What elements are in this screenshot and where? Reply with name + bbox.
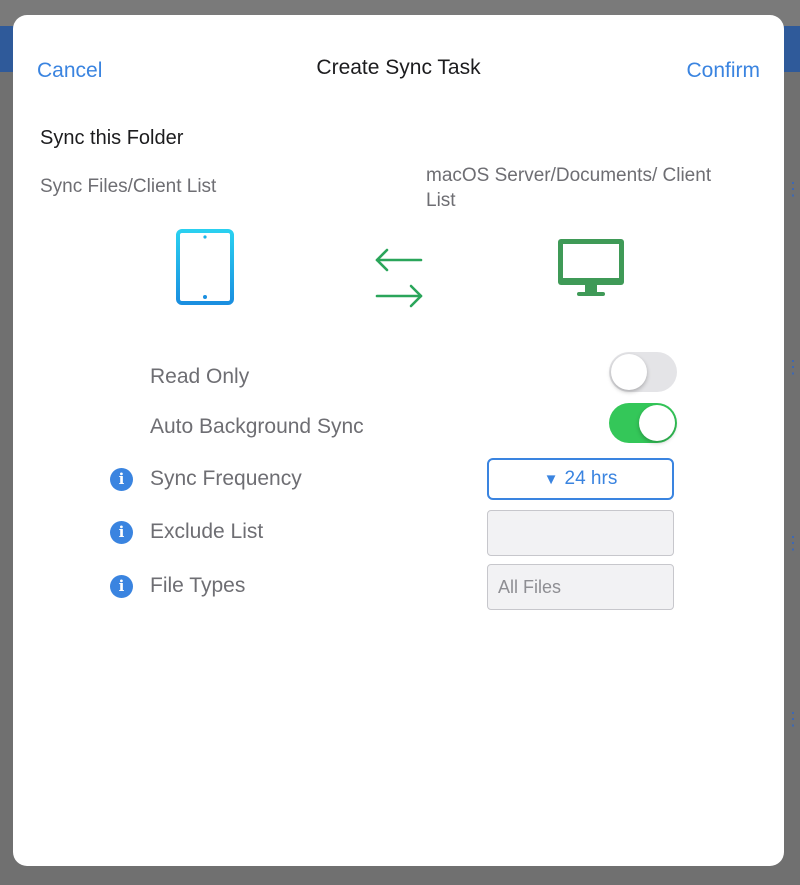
sheet-title: Create Sync Task [316, 56, 481, 79]
dropdown-triangle-icon: ▼ [543, 471, 559, 488]
exclude-list-info-icon[interactable]: i [110, 521, 133, 544]
confirm-button[interactable]: Confirm [686, 59, 760, 83]
sync-frequency-select[interactable]: ▼ 24 hrs [487, 458, 674, 500]
file-types-info-icon[interactable]: i [110, 575, 133, 598]
background-more-icon: ⋮ [784, 534, 800, 552]
local-folder-path: Sync Files/Client List [40, 176, 217, 197]
read-only-toggle[interactable] [609, 352, 677, 392]
section-title: Sync this Folder [40, 127, 184, 149]
read-only-label: Read Only [150, 365, 250, 388]
exclude-list-label: Exclude List [150, 520, 264, 543]
file-types-input[interactable] [487, 564, 674, 610]
auto-background-sync-toggle[interactable] [609, 403, 677, 443]
background-more-icon: ⋮ [784, 710, 800, 728]
monitor-icon [556, 237, 626, 304]
sync-frequency-info-icon[interactable]: i [110, 468, 133, 491]
file-types-label: File Types [150, 574, 246, 597]
exclude-list-input[interactable] [487, 510, 674, 556]
sync-frequency-value: 24 hrs [564, 468, 618, 489]
background-more-icon: ⋮ [784, 180, 800, 198]
toggle-knob [639, 405, 675, 441]
background-more-icon: ⋮ [784, 358, 800, 376]
two-way-arrows-icon [373, 246, 425, 315]
toggle-knob [611, 354, 647, 390]
remote-folder-path: macOS Server/Documents/ Client List [426, 165, 712, 211]
sync-frequency-label: Sync Frequency [150, 467, 302, 490]
tablet-icon [176, 229, 234, 310]
create-sync-task-sheet: Cancel Create Sync Task Confirm Sync thi… [13, 15, 784, 866]
auto-background-sync-label: Auto Background Sync [150, 415, 364, 438]
